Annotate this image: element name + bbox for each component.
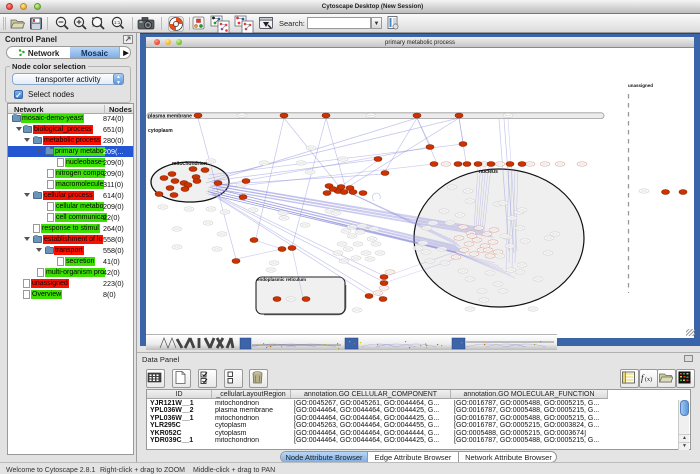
svg-text:1:1: 1:1 (114, 20, 121, 25)
svg-text:endoplasmic reticulum: endoplasmic reticulum (257, 277, 306, 282)
svg-text:mitochondrion: mitochondrion (172, 161, 207, 167)
svg-text:cytoplasm: cytoplasm (148, 128, 173, 134)
svg-text:unassigned: unassigned (628, 83, 653, 88)
svg-text:plasma membrane: plasma membrane (148, 113, 192, 119)
svg-text:(x): (x) (645, 376, 652, 383)
svg-text:nucleus: nucleus (479, 169, 498, 175)
